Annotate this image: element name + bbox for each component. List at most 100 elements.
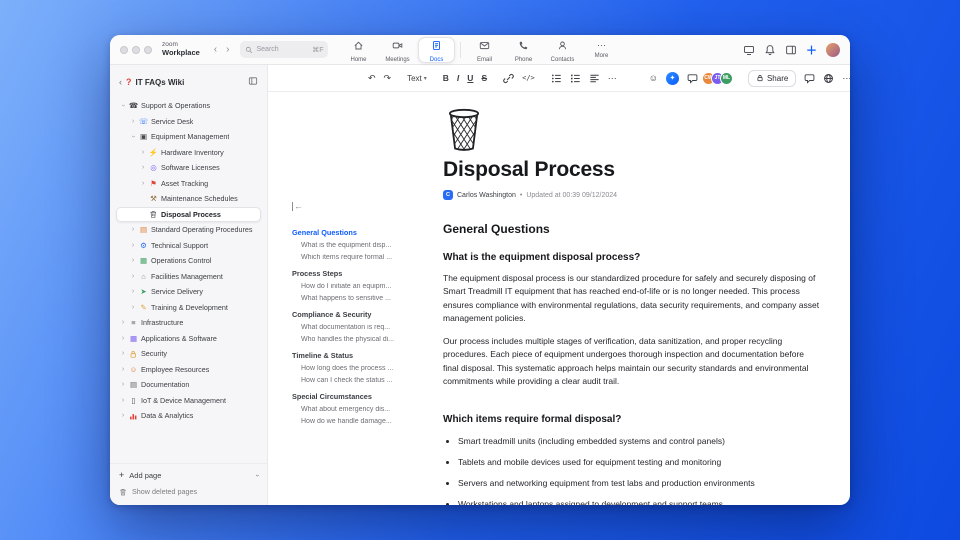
add-page-button[interactable]: + Add page › bbox=[119, 470, 260, 480]
comments-panel-button[interactable] bbox=[804, 73, 815, 84]
sidebar-item-operations-control[interactable]: › ▦ Operations Control bbox=[116, 253, 261, 269]
sidebar-item-maintenance-schedules[interactable]: ⚒ Maintenance Schedules bbox=[116, 191, 261, 207]
sidebar-item-hardware-inventory[interactable]: › ⚡ Hardware Inventory bbox=[116, 145, 261, 161]
devices-icon[interactable] bbox=[743, 44, 755, 56]
expand-chevron-icon[interactable]: › bbox=[130, 118, 136, 125]
sidebar-item-technical-support[interactable]: › ⚙ Technical Support bbox=[116, 238, 261, 254]
text-style-dropdown[interactable]: Text ▾ bbox=[407, 74, 427, 83]
numbered-list-button[interactable] bbox=[570, 73, 581, 84]
toc-item[interactable]: Which items require formal ... bbox=[301, 254, 418, 261]
sidebar-item-disposal-process[interactable]: Disposal Process bbox=[116, 206, 261, 222]
sidebar-item-software-licenses[interactable]: › ◎ Software Licenses bbox=[116, 160, 261, 176]
toc-section-compliance-security[interactable]: Compliance & Security bbox=[292, 310, 418, 319]
tab-phone[interactable]: Phone bbox=[505, 37, 542, 63]
tab-contacts[interactable]: Contacts bbox=[544, 37, 581, 63]
toc-item[interactable]: How long does the process ... bbox=[301, 365, 418, 372]
toc-item[interactable]: What documentation is req... bbox=[301, 324, 418, 331]
undo-button[interactable]: ↶ bbox=[368, 73, 376, 84]
expand-chevron-icon[interactable]: › bbox=[130, 304, 136, 311]
tab-home[interactable]: Home bbox=[340, 37, 377, 63]
expand-chevron-icon[interactable]: › bbox=[120, 103, 127, 109]
redo-button[interactable]: ↷ bbox=[384, 73, 392, 84]
expand-chevron-icon[interactable]: › bbox=[130, 288, 136, 295]
sidebar-item-support-operations[interactable]: › ☎ Support & Operations bbox=[116, 98, 261, 114]
underline-button[interactable]: U bbox=[467, 73, 473, 83]
italic-button[interactable]: I bbox=[457, 73, 459, 83]
sidebar-item-data-analytics[interactable]: › Data & Analytics bbox=[116, 408, 261, 424]
tab-email[interactable]: Email bbox=[466, 37, 503, 63]
expand-chevron-icon[interactable]: › bbox=[120, 335, 126, 342]
expand-chevron-icon[interactable]: › bbox=[130, 273, 136, 280]
sidebar-item-documentation[interactable]: › ▤ Documentation bbox=[116, 377, 261, 393]
inline-code-button[interactable]: </> bbox=[522, 74, 535, 82]
minimize-window-button[interactable] bbox=[132, 45, 140, 54]
expand-chevron-icon[interactable]: › bbox=[130, 242, 136, 249]
sidebar-back-chevron-icon[interactable]: ‹ bbox=[119, 77, 122, 87]
doc-more-icon[interactable]: ⋯ bbox=[842, 73, 850, 84]
toc-section-general-questions[interactable]: General Questions bbox=[292, 228, 418, 237]
doc-content[interactable]: Disposal Process C Carlos Washington • U… bbox=[426, 92, 850, 505]
align-button[interactable] bbox=[589, 73, 600, 84]
zoom-window-button[interactable] bbox=[144, 45, 152, 54]
forward-button[interactable]: › bbox=[226, 44, 229, 55]
close-window-button[interactable] bbox=[120, 45, 128, 54]
expand-chevron-icon[interactable]: › bbox=[140, 164, 146, 171]
sidebar-item-standard-operating-procedures[interactable]: › ▤ Standard Operating Procedures bbox=[116, 222, 261, 238]
sidebar-item-iot-device-management[interactable]: › ▯ IoT & Device Management bbox=[116, 393, 261, 409]
toc-item[interactable]: What is the equipment disp... bbox=[301, 242, 418, 249]
user-avatar[interactable] bbox=[826, 42, 840, 57]
share-button[interactable]: Share bbox=[747, 69, 797, 87]
toc-item[interactable]: Who handles the physical di... bbox=[301, 336, 418, 343]
back-button[interactable]: ‹ bbox=[214, 44, 217, 55]
emoji-button[interactable]: ☺ bbox=[649, 73, 658, 83]
sidebar-item-security[interactable]: › Security bbox=[116, 346, 261, 362]
publish-globe-button[interactable] bbox=[823, 73, 834, 84]
toc-item[interactable]: How can I check the status ... bbox=[301, 377, 418, 384]
sidebar-item-asset-tracking[interactable]: › ⚑ Asset Tracking bbox=[116, 176, 261, 192]
sidebar-item-applications-software[interactable]: › ▦ Applications & Software bbox=[116, 331, 261, 347]
toc-item[interactable]: How do I initiate an equipm... bbox=[301, 283, 418, 290]
comment-button[interactable] bbox=[687, 73, 698, 84]
sidebar-item-equipment-management[interactable]: › ▣ Equipment Management bbox=[116, 129, 261, 145]
ai-companion-button[interactable]: ✦ bbox=[665, 71, 679, 85]
collaborator-avatar[interactable]: ML bbox=[719, 71, 733, 85]
new-item-plus-button[interactable]: ＋ bbox=[806, 42, 817, 58]
expand-chevron-icon[interactable]: › bbox=[120, 381, 126, 388]
show-deleted-pages-button[interactable]: Show deleted pages bbox=[119, 487, 258, 496]
toc-section-timeline-status[interactable]: Timeline & Status bbox=[292, 351, 418, 360]
sidebar-item-employee-resources[interactable]: › ☺ Employee Resources bbox=[116, 362, 261, 378]
notifications-bell-icon[interactable] bbox=[764, 44, 776, 56]
bold-button[interactable]: B bbox=[443, 73, 449, 83]
chevron-down-icon[interactable]: › bbox=[253, 474, 260, 476]
toc-item[interactable]: What about emergency dis... bbox=[301, 406, 418, 413]
toc-collapse-icon[interactable]: ← bbox=[292, 202, 303, 211]
sidebar-item-service-desk[interactable]: › ☏ Service Desk bbox=[116, 114, 261, 130]
collapse-sidebar-icon[interactable] bbox=[248, 73, 258, 91]
bullet-list-button[interactable] bbox=[551, 73, 562, 84]
tab-more[interactable]: ⋯ More bbox=[583, 37, 620, 63]
expand-chevron-icon[interactable]: › bbox=[140, 180, 146, 187]
expand-chevron-icon[interactable]: › bbox=[120, 319, 126, 326]
global-search-input[interactable]: Search ⌘F bbox=[240, 41, 329, 58]
expand-chevron-icon[interactable]: › bbox=[120, 412, 126, 419]
expand-chevron-icon[interactable]: › bbox=[120, 397, 126, 404]
expand-chevron-icon[interactable]: › bbox=[120, 366, 126, 373]
toc-item[interactable]: How do we handle damage... bbox=[301, 418, 418, 425]
sidebar-item-training-development[interactable]: › ✎ Training & Development bbox=[116, 300, 261, 316]
sidebar-item-infrastructure[interactable]: › ≡ Infrastructure bbox=[116, 315, 261, 331]
expand-chevron-icon[interactable]: › bbox=[140, 149, 146, 156]
expand-chevron-icon[interactable]: › bbox=[130, 257, 136, 264]
expand-chevron-icon[interactable]: › bbox=[120, 350, 126, 357]
toc-section-special-circumstances[interactable]: Special Circumstances bbox=[292, 392, 418, 401]
toc-item[interactable]: What happens to sensitive ... bbox=[301, 295, 418, 302]
toc-section-process-steps[interactable]: Process Steps bbox=[292, 269, 418, 278]
tab-docs[interactable]: Docs bbox=[418, 37, 455, 63]
toolbar-more-icon[interactable]: ⋯ bbox=[608, 73, 617, 84]
strikethrough-button[interactable]: S bbox=[481, 73, 487, 83]
expand-chevron-icon[interactable]: › bbox=[130, 134, 137, 140]
sidebar-item-service-delivery[interactable]: › ➤ Service Delivery bbox=[116, 284, 261, 300]
tab-meetings[interactable]: Meetings bbox=[379, 37, 416, 63]
sidebar-item-facilities-management[interactable]: › ⌂ Facilities Management bbox=[116, 269, 261, 285]
sidebar-toggle-icon[interactable] bbox=[785, 44, 797, 56]
link-button[interactable] bbox=[503, 73, 514, 84]
